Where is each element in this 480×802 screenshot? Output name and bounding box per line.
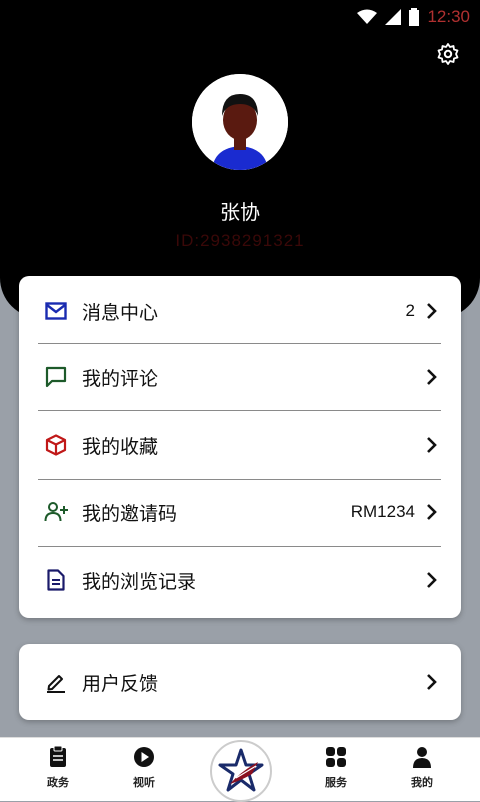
- menu-label: 我的浏览记录: [82, 570, 197, 593]
- menu-label: 消息中心: [82, 301, 159, 324]
- user-name: 张协: [220, 200, 260, 224]
- signal-icon: [385, 9, 402, 25]
- chevron-right-icon: [427, 303, 437, 319]
- gear-icon[interactable]: [436, 42, 460, 66]
- avatar-image: [192, 74, 288, 170]
- tab-mine[interactable]: 我的: [392, 746, 452, 790]
- menu-item-history[interactable]: 我的浏览记录: [38, 547, 441, 613]
- menu-item-favorites[interactable]: 我的收藏: [38, 412, 441, 478]
- chevron-right-icon: [427, 572, 437, 588]
- grid-icon: [326, 747, 346, 767]
- play-icon: [134, 747, 154, 767]
- status-time: 12:30: [427, 7, 470, 26]
- invite-code-value: RM1234: [350, 502, 415, 521]
- center-logo-button[interactable]: [210, 740, 272, 802]
- tab-label: 政务: [47, 776, 69, 789]
- box-icon: [44, 433, 68, 457]
- menu-label: 用户反馈: [82, 672, 159, 695]
- menu-label: 我的邀请码: [82, 502, 178, 525]
- user-id: ID:2938291321: [175, 231, 305, 250]
- wifi-icon: [357, 9, 378, 24]
- avatar[interactable]: [192, 74, 288, 170]
- tab-label: 服务: [325, 776, 347, 789]
- chevron-right-icon: [427, 504, 437, 520]
- chevron-right-icon: [427, 369, 437, 385]
- logo-icon: [214, 744, 268, 798]
- chevron-right-icon: [427, 437, 437, 453]
- mail-icon: [44, 299, 68, 323]
- menu-item-messages[interactable]: 消息中心 2: [38, 278, 441, 344]
- tab-label: 视听: [133, 776, 155, 789]
- tab-audiovisual[interactable]: 视听: [114, 746, 174, 790]
- add-user-icon: [44, 500, 68, 524]
- document-icon: [44, 568, 68, 592]
- message-count: 2: [405, 301, 415, 320]
- clipboard-icon: [50, 745, 66, 767]
- profile-header: 12:30 张协 ID:2938291321: [0, 0, 480, 318]
- feedback-card: 用户反馈: [19, 644, 461, 720]
- tab-label: 我的: [411, 776, 433, 789]
- status-bar: 12:30: [357, 6, 470, 28]
- pencil-icon: [44, 670, 68, 694]
- menu-item-feedback[interactable]: 用户反馈: [38, 649, 441, 715]
- tab-government[interactable]: 政务: [28, 745, 88, 790]
- menu-item-comments[interactable]: 我的评论: [38, 344, 441, 410]
- menu-label: 我的评论: [82, 367, 159, 390]
- tab-services[interactable]: 服务: [306, 746, 366, 790]
- chevron-right-icon: [427, 674, 437, 690]
- battery-icon: [409, 8, 420, 26]
- divider: [38, 410, 441, 411]
- menu-card: 消息中心 2 我的评论 我的收藏 我的邀请码 RM1234 我的浏览记录: [19, 276, 461, 618]
- comment-icon: [44, 365, 68, 389]
- menu-label: 我的收藏: [82, 435, 159, 458]
- person-icon: [413, 747, 431, 768]
- menu-item-invite-code[interactable]: 我的邀请码 RM1234: [38, 479, 441, 545]
